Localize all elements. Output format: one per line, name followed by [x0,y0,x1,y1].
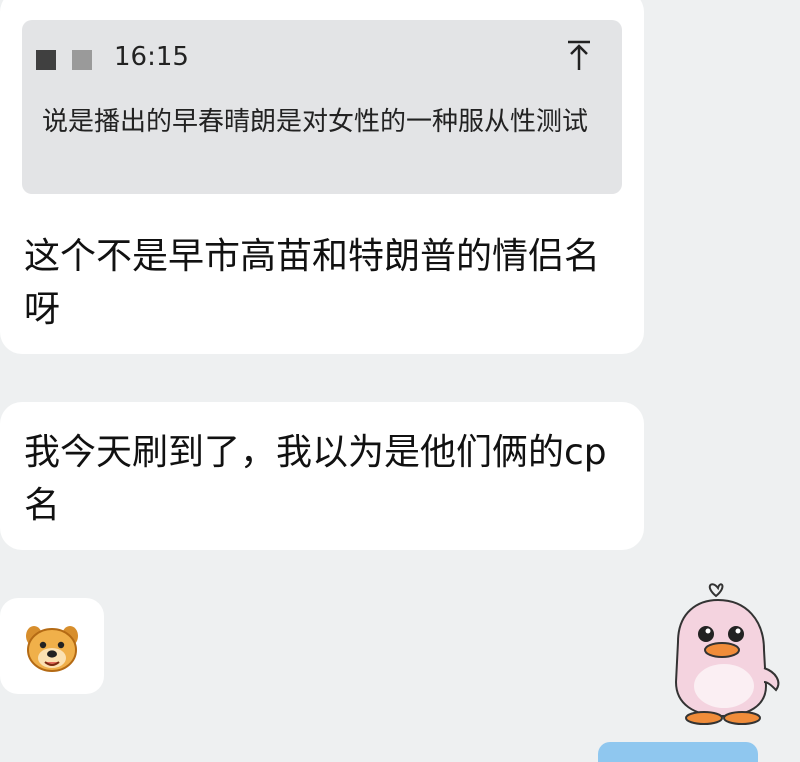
sticker-bubble[interactable] [0,598,104,694]
duck-sticker-icon[interactable] [660,578,790,728]
message-bubble-reply[interactable]: 16:15 说是播出的早春晴朗是对女性的一种服从性测试 这个不是早市高苗和特朗普… [0,0,644,354]
message-bubble[interactable]: 我今天刷到了，我以为是他们俩的cp名 [0,402,644,550]
outgoing-bubble-edge[interactable] [598,742,758,762]
message-text: 我今天刷到了，我以为是他们俩的cp名 [24,432,607,526]
quoted-message[interactable]: 16:15 说是播出的早春晴朗是对女性的一种服从性测试 [22,20,622,194]
quoted-sender-avatars [36,50,92,70]
bear-sticker-icon [26,626,78,672]
message-text: 这个不是早市高苗和特朗普的情侣名呀 [24,236,601,330]
avatar-icon [36,50,56,70]
scroll-to-top-icon[interactable] [562,36,596,76]
quoted-text: 说是播出的早春晴朗是对女性的一种服从性测试 [42,107,589,137]
avatar-icon [72,50,92,70]
quoted-timestamp: 16:15 [114,42,189,72]
